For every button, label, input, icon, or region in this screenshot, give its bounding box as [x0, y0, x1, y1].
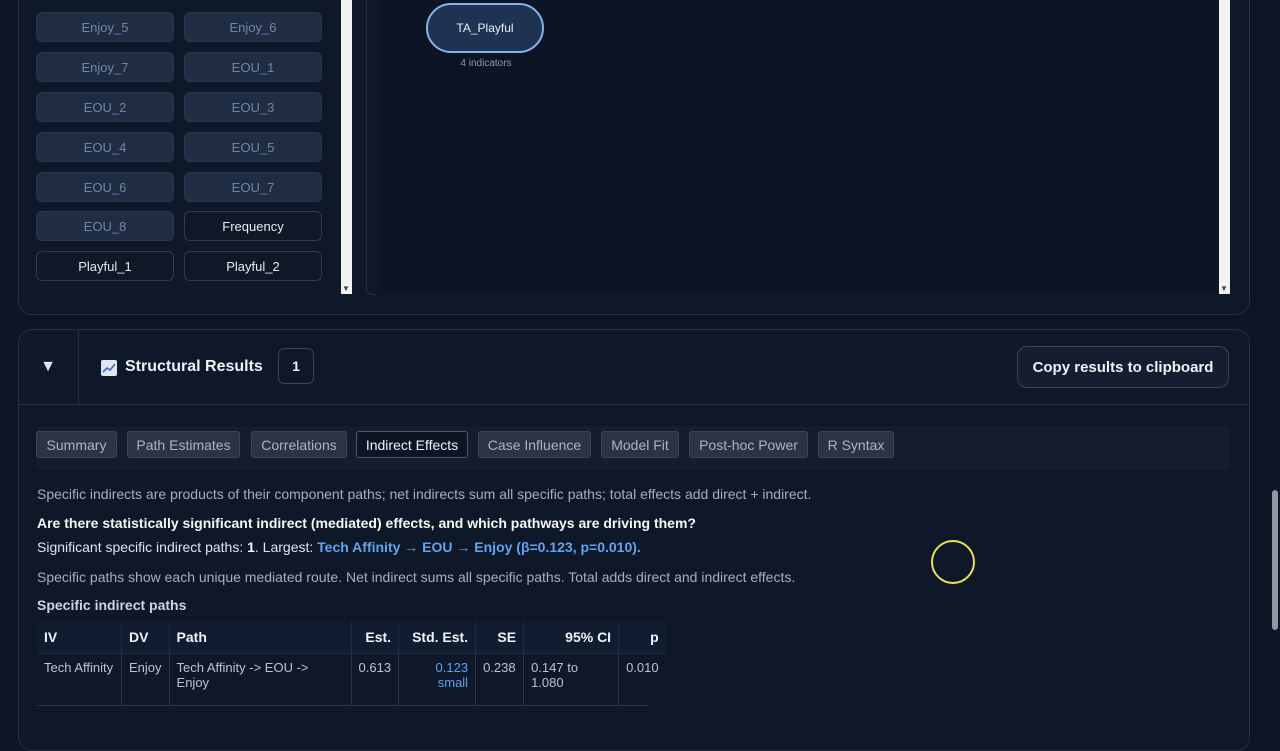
results-title: Structural Results — [125, 358, 263, 375]
header-std-est[interactable]: Std. Est. — [398, 621, 477, 654]
indicator-list: Enjoy_5 Enjoy_6 Enjoy_7 EOU_1 EOU_2 EOU_… — [36, 12, 326, 294]
collapse-toggle-icon[interactable]: ▼ — [18, 329, 79, 404]
cell-iv: Tech Affinity — [37, 653, 122, 706]
indicator-button[interactable]: Enjoy_6 — [184, 12, 322, 42]
chart-icon — [101, 360, 117, 376]
indicator-button[interactable]: Enjoy_7 — [36, 52, 174, 82]
indicator-button[interactable]: Playful_1 — [36, 251, 174, 281]
header-p[interactable]: p — [618, 621, 666, 654]
indicator-button[interactable]: EOU_1 — [184, 52, 322, 82]
copy-results-button[interactable]: Copy results to clipboard — [1017, 346, 1229, 388]
header-path[interactable]: Path — [169, 621, 352, 654]
indicator-button[interactable]: EOU_3 — [184, 92, 322, 122]
tab-indirect-effects[interactable]: Indirect Effects — [356, 431, 468, 458]
indicator-button[interactable]: Enjoy_5 — [36, 12, 174, 42]
indicator-button[interactable]: EOU_4 — [36, 132, 174, 162]
header-ci[interactable]: 95% CI — [523, 621, 620, 654]
scroll-down-arrow-icon[interactable]: ▼ — [342, 284, 350, 294]
cell-se: 0.238 — [475, 653, 525, 706]
table-row: Tech Affinity Enjoy Tech Affinity -> EOU… — [37, 653, 666, 706]
tab-case-influence[interactable]: Case Influence — [478, 431, 591, 458]
sig-count: 1 — [247, 539, 255, 555]
cell-path: Tech Affinity -> EOU -> Enjoy — [169, 653, 352, 706]
indicator-button[interactable]: EOU_7 — [184, 172, 322, 202]
tab-post-hoc-power[interactable]: Post-hoc Power — [689, 431, 808, 458]
question-heading: Are there statistically significant indi… — [37, 515, 696, 531]
canvas-scrollbar[interactable]: ▼ — [1219, 0, 1230, 294]
largest-path-highlight: Tech Affinity → EOU → Enjoy (β=0.123, p=… — [317, 539, 641, 555]
results-count-badge: 1 — [278, 348, 314, 384]
indicator-list-scrollbar[interactable]: ▼ — [341, 0, 352, 294]
effect-size-label: small — [437, 675, 469, 690]
cell-dv: Enjoy — [121, 653, 170, 706]
cell-ci: 0.147 to 1.080 — [523, 653, 620, 706]
page-scrollbar-thumb[interactable] — [1272, 490, 1278, 630]
significance-summary: Significant specific indirect paths: 1. … — [37, 539, 641, 555]
explain-note: Specific paths show each unique mediated… — [37, 569, 796, 585]
scroll-down-arrow-icon[interactable]: ▼ — [1220, 284, 1228, 294]
cursor-highlight-ring — [931, 540, 975, 584]
indirect-paths-table: IV DV Path Est. Std. Est. SE 95% CI p Te… — [37, 621, 666, 706]
section-label: Specific indirect paths — [37, 597, 187, 613]
latent-variable-node[interactable]: TA_Playful — [426, 3, 544, 53]
divider — [366, 0, 375, 295]
header-se[interactable]: SE — [475, 621, 525, 654]
indicator-button[interactable]: EOU_2 — [36, 92, 174, 122]
tab-path-estimates[interactable]: Path Estimates — [127, 431, 240, 458]
indicator-button[interactable]: Frequency — [184, 211, 322, 241]
header-iv[interactable]: IV — [37, 621, 122, 654]
tab-correlations[interactable]: Correlations — [251, 431, 347, 458]
sig-prefix: Significant specific indirect paths: — [37, 539, 248, 555]
node-indicator-count: 4 indicators — [460, 58, 512, 69]
cell-est: 0.613 — [351, 653, 400, 706]
header-est[interactable]: Est. — [351, 621, 400, 654]
indicator-button[interactable]: EOU_6 — [36, 172, 174, 202]
tab-r-syntax[interactable]: R Syntax — [818, 431, 894, 458]
cell-p: 0.010 — [618, 653, 666, 706]
header-dv[interactable]: DV — [121, 621, 170, 654]
sig-mid: . Largest: — [254, 539, 318, 555]
table-header-row: IV DV Path Est. Std. Est. SE 95% CI p — [37, 621, 666, 654]
std-est-value: 0.123 — [435, 660, 469, 675]
indicator-button[interactable]: EOU_5 — [184, 132, 322, 162]
tab-summary[interactable]: Summary — [36, 431, 117, 458]
intro-note: Specific indirects are products of their… — [37, 486, 812, 502]
indicator-button[interactable]: Playful_2 — [184, 251, 322, 281]
cell-std-est: 0.123 small — [398, 653, 477, 706]
indicator-button[interactable]: EOU_8 — [36, 211, 174, 241]
tab-model-fit[interactable]: Model Fit — [601, 431, 679, 458]
table-bottom-border — [37, 705, 649, 706]
